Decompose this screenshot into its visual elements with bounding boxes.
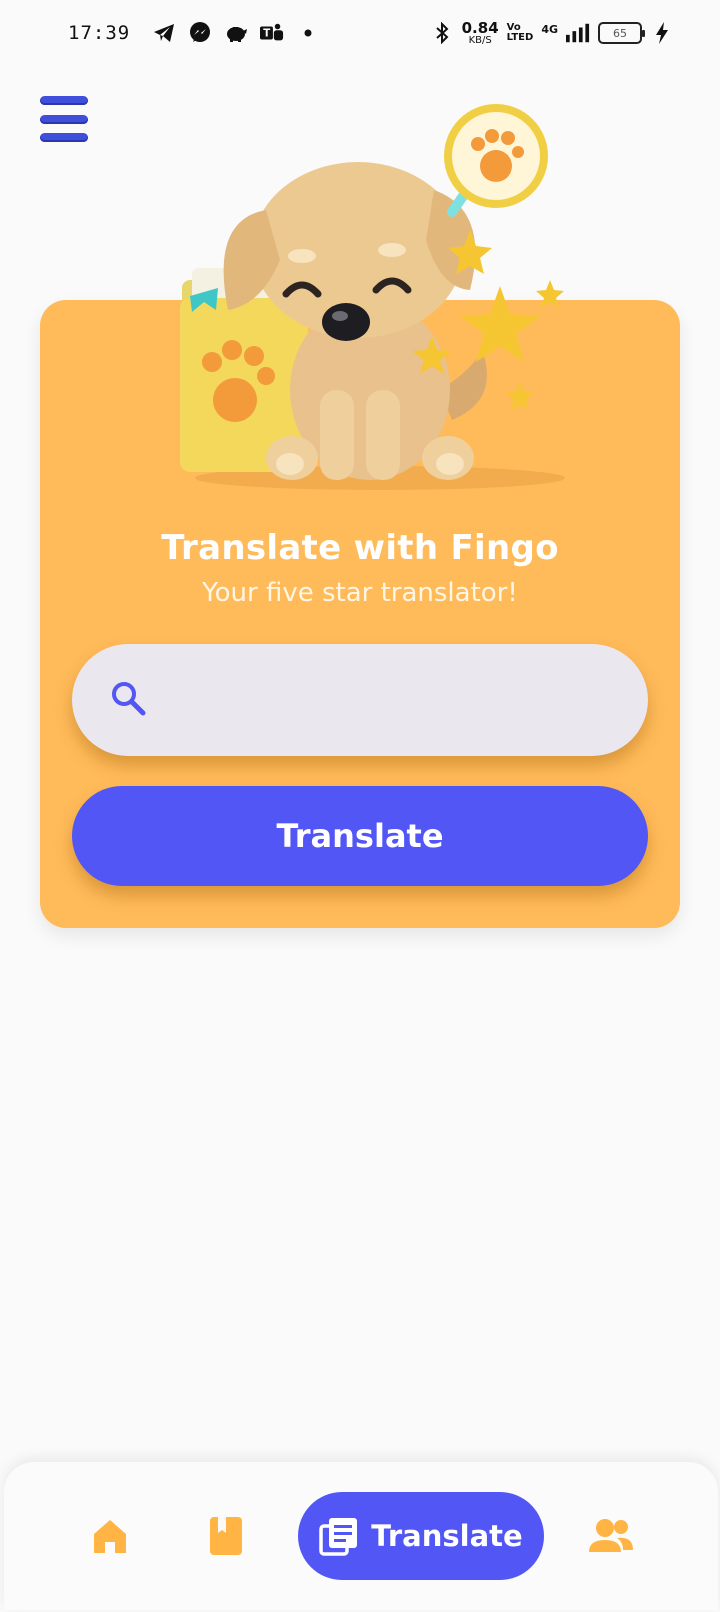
volte-indicator: Vo LTED <box>507 23 534 43</box>
notification-dot-icon <box>296 21 320 45</box>
search-input[interactable] <box>164 644 608 756</box>
translate-button[interactable]: Translate <box>72 786 648 886</box>
dog-mascot-illustration <box>180 104 565 490</box>
menu-line <box>40 114 88 124</box>
book-icon <box>210 1517 242 1555</box>
menu-line <box>40 133 88 142</box>
status-time: 17:39 <box>68 22 131 44</box>
card-title: Translate with Fingo <box>161 528 559 568</box>
home-icon <box>94 1520 126 1553</box>
search-box[interactable] <box>72 644 648 756</box>
telegram-icon <box>152 21 176 45</box>
nav-translate[interactable]: Translate <box>298 1492 544 1580</box>
battery-indicator: 65 <box>598 22 645 44</box>
translate-icon <box>319 1518 358 1556</box>
card-subtitle: Your five star translator! <box>202 578 518 608</box>
volte-bottom: LTED <box>506 32 534 43</box>
battery-level: 65 <box>613 26 627 40</box>
teams-icon: T <box>260 21 284 45</box>
search-icon[interactable] <box>110 680 146 720</box>
nav-home[interactable] <box>88 1514 132 1558</box>
net-speed-value: 0.84 <box>461 18 499 37</box>
bluetooth-icon <box>430 21 454 45</box>
status-bar: 17:39 T 0.84 KB/S Vo LTED 4G 65 <box>0 0 720 66</box>
nav-users[interactable] <box>586 1514 636 1558</box>
hamburger-menu-icon[interactable] <box>40 96 88 142</box>
charging-icon <box>650 21 674 45</box>
network-type: 4G <box>541 22 558 36</box>
signal-icon <box>566 21 590 45</box>
messenger-icon <box>188 21 212 45</box>
net-speed: 0.84 KB/S <box>461 18 499 46</box>
net-speed-unit: KB/S <box>468 34 492 46</box>
menu-line <box>40 96 88 105</box>
users-icon <box>589 1519 633 1552</box>
piggy-bank-icon <box>224 21 248 45</box>
status-left: 17:39 T <box>68 21 320 45</box>
svg-text:T: T <box>263 29 270 40</box>
bottom-navigation: Translate <box>4 1462 718 1610</box>
magnifier-illustration <box>444 104 548 217</box>
status-right: 0.84 KB/S Vo LTED 4G 65 <box>430 18 674 46</box>
nav-book[interactable] <box>204 1514 248 1558</box>
nav-translate-label: Translate <box>371 1519 523 1553</box>
